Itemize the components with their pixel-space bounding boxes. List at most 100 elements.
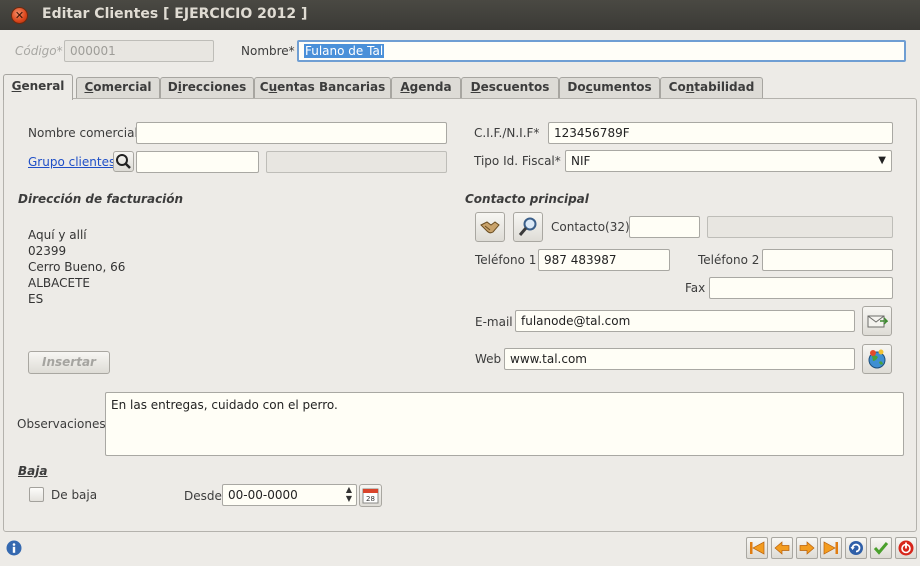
tipo-fiscal-value: NIF [571,154,591,168]
search-grupo-button[interactable] [113,151,134,172]
tab-mnemonic: C [84,80,94,94]
cif-field[interactable]: 123456789F [548,122,893,144]
contacto-field[interactable] [629,216,700,238]
baja-title: Baja [18,464,48,478]
search-contacto-button[interactable] [513,212,543,242]
first-icon [750,541,765,555]
prev-record-button[interactable] [771,537,793,559]
nombre-comercial-label: Nombre comercial [28,126,138,140]
email-field[interactable]: fulanode@tal.com [515,310,855,332]
handshake-button[interactable] [475,212,505,242]
exit-icon [898,540,914,556]
direccion-line: 02399 [28,244,67,258]
tab-direcciones[interactable]: Direcciones [160,77,254,99]
tab-agenda[interactable]: Agenda [391,77,461,99]
observaciones-field[interactable]: En las entregas, cuidado con el perro. [105,392,904,456]
direccion-line: Cerro Bueno, 66 [28,260,126,274]
fax-label: Fax [685,281,706,295]
refresh-button[interactable] [845,537,867,559]
telefono2-label: Teléfono 2 [698,253,760,267]
tab-label: entas Bancarias [277,80,386,94]
tab-mnemonic: u [268,80,278,94]
grupo-clientes-field[interactable] [136,151,259,173]
cif-label: C.I.F./N.I.F* [474,126,540,140]
de-baja-checkbox[interactable] [29,487,44,502]
exit-button[interactable] [895,537,917,559]
desde-date-field[interactable]: 00-00-0000 ▲ ▼ [222,484,357,506]
tab-mnemonic: n [685,80,695,94]
observaciones-label: Observaciones [17,417,106,431]
search-icon [116,154,131,169]
refresh-icon [849,541,863,555]
tab-label: eneral [21,79,65,93]
nombre-field[interactable]: Fulano de Tal [297,40,906,62]
direccion-line: Aquí y allí [28,228,87,242]
telefono2-field[interactable] [762,249,893,271]
tab-label: Co [668,80,686,94]
nombre-comercial-field[interactable] [136,122,447,144]
tab-label: D [167,80,178,94]
tab-mnemonic: A [400,80,410,94]
last-record-button[interactable] [820,537,842,559]
send-email-button[interactable] [862,306,892,336]
calendar-day: 28 [366,495,375,503]
spin-icon[interactable]: ▲ ▼ [346,485,352,503]
tab-mnemonic: D [470,80,481,94]
tab-documentos[interactable]: Documentos [559,77,660,99]
desde-label: Desde [184,489,222,503]
web-field[interactable]: www.tal.com [504,348,855,370]
close-icon[interactable]: ✕ [11,7,28,24]
magnifier-icon [518,217,537,236]
tab-mnemonic: c [585,80,593,94]
tab-label: omercial [93,80,152,94]
last-icon [823,541,838,555]
first-record-button[interactable] [746,537,768,559]
window-title: Editar Clientes [ EJERCICIO 2012 ] [42,6,308,22]
tab-cuentas-bancarias[interactable]: Cuentas Bancarias [254,77,391,99]
direccion-line: ES [28,292,44,306]
title-bar: ✕ Editar Clientes [ EJERCICIO 2012 ] [0,0,920,30]
calendar-icon: 28 [362,488,379,504]
codigo-label: Código* [15,44,63,58]
nombre-value: Fulano de Tal [304,44,385,58]
handshake-icon [480,221,500,234]
tab-descuentos[interactable]: Descuentos [461,77,559,99]
tab-mnemonic: G [11,79,22,93]
direccion-line: ALBACETE [28,276,90,290]
de-baja-label: De baja [51,488,98,502]
tab-label: recciones [181,80,247,94]
tab-general[interactable]: General [3,74,73,100]
fax-field[interactable] [709,277,893,299]
tab-contabilidad[interactable]: Contabilidad [660,77,763,99]
insertar-button[interactable]: Insertar [28,351,110,374]
tab-label: genda [409,80,452,94]
nombre-label: Nombre* [241,44,295,58]
contacto-label: Contacto(32) [551,220,630,234]
email-label: E-mail [475,315,513,329]
info-icon[interactable] [6,540,22,556]
next-icon [799,541,815,555]
chevron-down-icon: ▼ [878,155,886,166]
telefono1-field[interactable]: 987 483987 [538,249,670,271]
tab-label: escuentos [480,80,550,94]
telefono1-label: Teléfono 1 [475,253,537,267]
web-icon [868,349,886,369]
tab-label: C [259,80,269,94]
accept-icon [873,542,889,555]
tipo-fiscal-select[interactable]: NIF ▼ [565,150,892,172]
tipo-fiscal-label: Tipo Id. Fiscal* [474,154,561,168]
tab-comercial[interactable]: Comercial [76,77,160,99]
accept-button[interactable] [870,537,892,559]
web-label: Web [475,352,502,366]
open-web-button[interactable] [862,344,892,374]
email-icon [867,315,888,328]
direccion-facturacion-title: Dirección de facturación [18,192,184,206]
next-record-button[interactable] [796,537,818,559]
contacto-principal-title: Contacto principal [465,192,589,206]
grupo-clientes-link[interactable]: Grupo clientes [28,155,115,169]
tab-label: umentos [592,80,652,94]
prev-icon [774,541,790,555]
tab-label: tabilidad [694,80,755,94]
calendar-button[interactable]: 28 [359,484,382,507]
contacto-desc [707,216,893,238]
